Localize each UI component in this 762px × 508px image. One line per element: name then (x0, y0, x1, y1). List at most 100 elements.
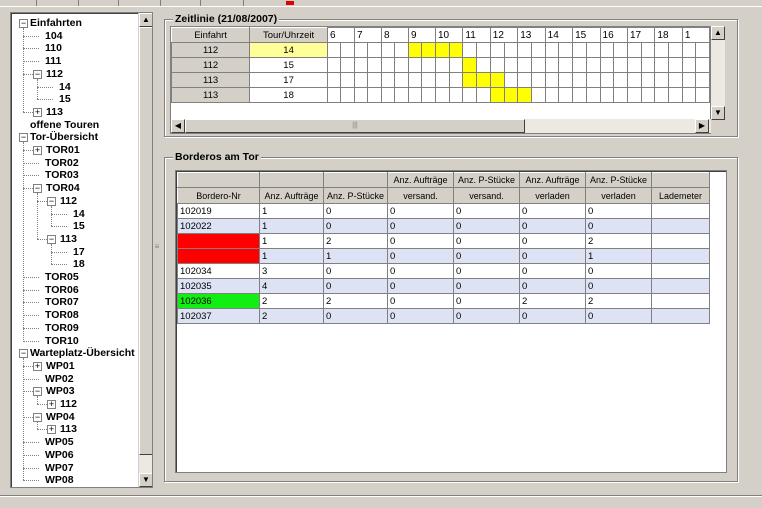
tree-scroll-thumb[interactable] (139, 27, 152, 455)
collapse-toggle-icon[interactable]: − (19, 133, 28, 143)
einfahrt-cell[interactable]: 112 (171, 57, 251, 73)
bordero-value-cell[interactable]: 2 (259, 293, 324, 309)
timeslot[interactable] (668, 72, 683, 88)
bordero-value-cell[interactable]: 4 (259, 278, 324, 294)
timeslot-booked[interactable] (462, 57, 478, 73)
navigation-tree[interactable]: − Einfahrten 104 110 111−112 14 15 +113 offene T… (10, 12, 153, 488)
timeslot[interactable] (695, 57, 710, 73)
expand-toggle-icon[interactable]: + (47, 425, 56, 435)
bordero-value-cell[interactable]: 1 (585, 248, 652, 264)
timeline-row[interactable]: 112 14 (171, 42, 710, 58)
bordero-value-cell[interactable]: 0 (585, 218, 652, 234)
tree-node[interactable]: TOR05 (45, 271, 79, 284)
timeslot[interactable] (517, 42, 532, 58)
col-header-tour[interactable]: Tour/Uhrzeit (249, 27, 328, 43)
timeslot[interactable] (599, 42, 615, 58)
timeslot[interactable] (626, 57, 642, 73)
timeslot[interactable] (407, 72, 423, 88)
borderos-grid[interactable]: Anz. Aufträge Anz. P-Stücke Anz. Aufträge A… (175, 170, 727, 473)
expand-toggle-icon[interactable]: + (33, 146, 42, 155)
tree-node[interactable]: 112 (60, 398, 77, 411)
timeslot[interactable] (668, 42, 683, 58)
bordero-value-cell[interactable]: 0 (387, 308, 454, 324)
timeline-row[interactable]: 113 17 (171, 72, 710, 88)
tree-node[interactable]: 112 (60, 195, 77, 208)
timeslot-booked[interactable] (503, 87, 519, 103)
tree-node[interactable]: 104 (45, 30, 63, 43)
timeslot[interactable] (448, 72, 464, 88)
column-header[interactable]: Anz. P-Stücke (323, 187, 388, 204)
expand-toggle-icon[interactable]: + (33, 361, 42, 371)
timeslot[interactable] (681, 42, 697, 58)
timeslot[interactable] (394, 42, 409, 58)
bordero-value-cell[interactable]: 0 (323, 263, 388, 279)
tree-node[interactable]: TOR06 (45, 284, 79, 297)
bordero-row[interactable]: 102034 3 0 0 0 0 0 (177, 263, 710, 279)
timeslot[interactable] (367, 72, 382, 88)
timeslot[interactable] (407, 57, 423, 73)
bordero-row[interactable]: 102035 4 0 0 0 0 0 (177, 278, 710, 294)
tree-node[interactable]: 17 (73, 246, 85, 259)
bordero-value-cell[interactable]: 2 (259, 308, 324, 324)
tree-node[interactable]: TOR09 (45, 322, 79, 335)
timeslot[interactable] (613, 72, 628, 88)
timeline-row[interactable]: 113 18 (171, 87, 710, 103)
timeslot-booked[interactable] (421, 42, 436, 58)
timeslot[interactable] (340, 42, 355, 58)
timeline-grid[interactable]: Einfahrt Tour/Uhrzeit 6 7 8 9 10 11 12 13 14 15 16 17… (170, 26, 711, 134)
bordero-value-cell[interactable] (651, 293, 710, 309)
tree-vertical-scrollbar[interactable]: ▲ ▼ (138, 13, 152, 487)
timeslot[interactable] (530, 57, 546, 73)
tree-node[interactable]: 14 (73, 208, 85, 221)
tree-node[interactable]: TOR04 (46, 182, 80, 195)
timeslot[interactable] (434, 87, 450, 103)
bordero-value-cell[interactable]: 0 (387, 263, 454, 279)
bordero-value-cell[interactable]: 0 (323, 218, 388, 234)
collapse-toggle-icon[interactable]: − (47, 196, 56, 206)
bordero-value-cell[interactable]: 1 (259, 248, 324, 264)
timeslot[interactable] (380, 87, 396, 103)
col-header-einfahrt[interactable]: Einfahrt (171, 27, 251, 43)
bordero-value-cell[interactable] (651, 263, 710, 279)
timeslot[interactable] (626, 87, 642, 103)
einfahrt-cell[interactable]: 112 (171, 42, 251, 58)
timeslot[interactable] (367, 87, 382, 103)
tree-node[interactable]: 15 (73, 220, 85, 233)
timeslot[interactable] (421, 72, 436, 88)
timeline-scroll-down-icon[interactable]: ▼ (711, 106, 725, 120)
timeline-scroll-left-icon[interactable]: ◀ (171, 119, 185, 133)
bordero-value-cell[interactable]: 0 (453, 218, 520, 234)
timeslot[interactable] (695, 42, 710, 58)
timeslot[interactable] (585, 87, 601, 103)
timeslot-booked[interactable] (407, 42, 423, 58)
timeslot[interactable] (558, 57, 574, 73)
timeslot[interactable] (654, 72, 670, 88)
timeslot[interactable] (326, 57, 342, 73)
timeslot[interactable] (572, 42, 587, 58)
bordero-value-cell[interactable]: 0 (519, 203, 586, 219)
bordero-value-cell[interactable]: 0 (323, 203, 388, 219)
tree-node[interactable]: 112 (46, 68, 63, 81)
bordero-value-cell[interactable]: 1 (323, 248, 388, 264)
bordero-value-cell[interactable]: 0 (323, 308, 388, 324)
bordero-row[interactable]: 102036 2 2 0 0 2 2 (177, 293, 710, 309)
bordero-row[interactable]: 102023 1 2 0 0 0 2 (177, 233, 710, 249)
timeslot[interactable] (353, 57, 369, 73)
timeslot[interactable] (654, 42, 670, 58)
tree-node[interactable]: WP04 (46, 411, 75, 424)
bordero-value-cell[interactable] (651, 308, 710, 324)
bordero-value-cell[interactable]: 2 (323, 233, 388, 249)
bordero-value-cell[interactable] (651, 278, 710, 294)
bordero-value-cell[interactable]: 0 (585, 203, 652, 219)
timeslot[interactable] (668, 57, 683, 73)
column-header-top[interactable]: Anz. Aufträge (519, 172, 586, 188)
bordero-value-cell[interactable] (651, 218, 710, 234)
bordero-value-cell[interactable]: 0 (453, 248, 520, 264)
bordero-value-cell[interactable]: 0 (453, 233, 520, 249)
bordero-row[interactable]: 102027 1 1 0 0 0 1 (177, 248, 710, 264)
timeslot[interactable] (489, 57, 505, 73)
timeslot[interactable] (326, 87, 342, 103)
collapse-toggle-icon[interactable]: − (33, 387, 42, 397)
column-header-top[interactable] (651, 172, 710, 188)
tree-node[interactable]: Einfahrten (30, 17, 82, 30)
